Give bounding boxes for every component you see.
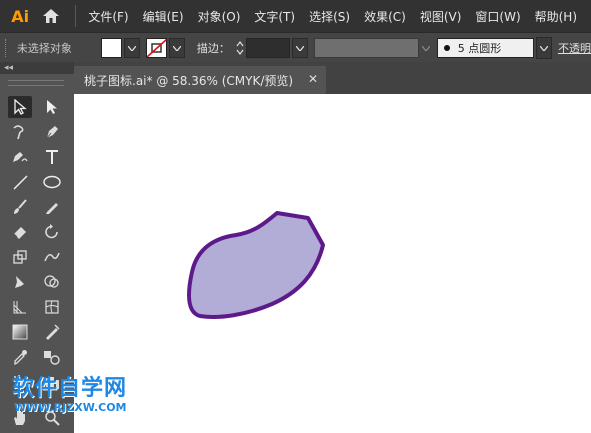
menu-select[interactable]: 选择(S) xyxy=(309,8,350,25)
ellipse-tool-icon[interactable] xyxy=(40,171,64,193)
profile-dropdown[interactable] xyxy=(419,39,433,57)
line-segment-tool-icon[interactable] xyxy=(8,171,32,193)
canvas-artwork xyxy=(186,211,325,319)
pen-tool-icon[interactable] xyxy=(40,121,64,143)
slice-tool-icon[interactable] xyxy=(40,321,64,343)
opacity-label[interactable]: 不透明 xyxy=(558,40,591,56)
artboard-canvas[interactable] xyxy=(74,94,591,433)
mesh-tool-icon[interactable] xyxy=(40,296,64,318)
brush-dropdown[interactable] xyxy=(536,37,552,59)
gradient-tool-icon[interactable] xyxy=(8,321,32,343)
fill-swatch[interactable] xyxy=(100,38,123,58)
magic-wand-tool-icon[interactable] xyxy=(8,121,32,143)
tools-panel-header[interactable]: ◂◂ xyxy=(0,62,74,74)
watermark-title: 软件自学网 xyxy=(12,376,128,401)
stroke-label[interactable]: 描边： xyxy=(197,40,230,56)
watermark-url: WWW.RJZXW.COM xyxy=(14,401,127,414)
menu-divider xyxy=(75,5,77,27)
width-tool-icon[interactable] xyxy=(8,271,32,293)
menu-window[interactable]: 窗口(W) xyxy=(475,8,520,25)
stroke-weight-stepper[interactable] xyxy=(234,38,246,58)
menu-view[interactable]: 视图(V) xyxy=(420,8,462,25)
menu-file[interactable]: 文件(F) xyxy=(88,8,128,25)
document-tab-bar: 桃子图标.ai* @ 58.36% (CMYK/预览) ✕ xyxy=(74,62,591,94)
curvature-tool-icon[interactable] xyxy=(8,146,32,168)
menu-edit[interactable]: 编辑(E) xyxy=(143,8,184,25)
chevron-down-icon xyxy=(421,45,430,51)
selection-status: 未选择对象 xyxy=(16,42,72,55)
type-tool-icon[interactable] xyxy=(40,146,64,168)
close-icon[interactable]: ✕ xyxy=(308,72,318,86)
stroke-weight-input[interactable] xyxy=(245,38,291,58)
direct-selection-tool-icon[interactable] xyxy=(40,96,64,118)
brush-dot-icon xyxy=(443,45,450,51)
chevron-down-icon xyxy=(173,45,182,51)
paintbrush-tool-icon[interactable] xyxy=(8,196,32,218)
control-bar: 未选择对象 描边： 5 点圆形 不透明 xyxy=(0,32,591,63)
stroke-dropdown[interactable] xyxy=(169,38,185,58)
eyedropper-tool-icon[interactable] xyxy=(8,346,32,368)
document-tab-title: 桃子图标.ai* @ 58.36% (CMYK/预览) xyxy=(84,73,294,88)
warp-tool-icon[interactable] xyxy=(40,246,64,268)
brush-label: 5 点圆形 xyxy=(457,42,502,55)
brush-definition[interactable]: 5 点圆形 xyxy=(436,38,535,58)
rotate-tool-icon[interactable] xyxy=(40,221,64,243)
chevron-down-icon xyxy=(296,45,305,51)
tools-grip[interactable] xyxy=(8,80,64,86)
menu-effect[interactable]: 效果(C) xyxy=(364,8,406,25)
selection-tool-icon[interactable] xyxy=(8,96,32,118)
shape-builder-tool-icon[interactable] xyxy=(40,271,64,293)
menu-object[interactable]: 对象(O) xyxy=(198,8,241,25)
home-icon[interactable] xyxy=(40,5,61,27)
menu-type[interactable]: 文字(T) xyxy=(254,8,295,25)
stroke-swatch[interactable] xyxy=(145,38,168,58)
scale-tool-icon[interactable] xyxy=(8,246,32,268)
pencil-tool-icon[interactable] xyxy=(40,196,64,218)
app-logo: Ai xyxy=(11,6,30,26)
perspective-grid-tool-icon[interactable] xyxy=(8,296,32,318)
document-tab[interactable]: 桃子图标.ai* @ 58.36% (CMYK/预览) ✕ xyxy=(74,66,326,94)
control-bar-grip[interactable] xyxy=(5,39,9,57)
eraser-tool-icon[interactable] xyxy=(8,221,32,243)
blend-tool-icon[interactable] xyxy=(40,346,64,368)
stroke-weight-dropdown[interactable] xyxy=(292,38,308,58)
no-stroke-icon xyxy=(146,39,167,57)
menu-bar: Ai 文件(F) 编辑(E) 对象(O) 文字(T) 选择(S) 效果(C) 视… xyxy=(0,0,591,32)
stepper-icon xyxy=(236,41,244,55)
fill-dropdown[interactable] xyxy=(124,38,140,58)
chevron-down-icon xyxy=(127,45,136,51)
peach-shape[interactable] xyxy=(186,211,325,319)
chevron-down-icon xyxy=(540,45,549,51)
menu-help[interactable]: 帮助(H) xyxy=(535,8,577,25)
variable-width-profile[interactable] xyxy=(313,38,420,58)
